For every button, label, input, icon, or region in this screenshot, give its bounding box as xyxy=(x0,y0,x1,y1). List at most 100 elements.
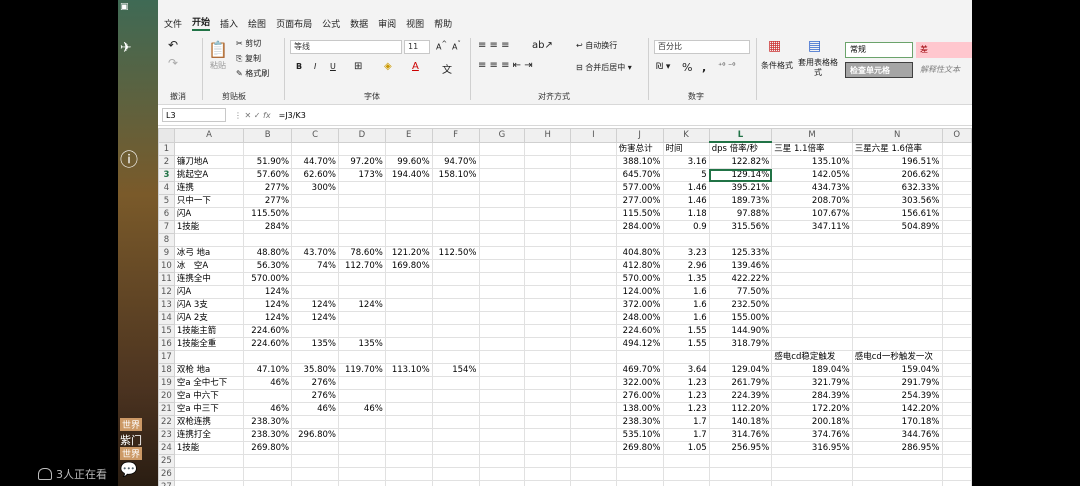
cell-k5[interactable]: 1.46 xyxy=(662,194,710,208)
cell-e19[interactable] xyxy=(384,376,433,390)
cell-h24[interactable] xyxy=(524,441,572,455)
cell-j14[interactable]: 248.00% xyxy=(615,311,664,325)
cell-j12[interactable]: 124.00% xyxy=(615,285,664,299)
cell-i6[interactable] xyxy=(570,207,617,221)
cell-l23[interactable]: 314.76% xyxy=(708,428,773,442)
cell-h3[interactable] xyxy=(524,168,572,182)
align-top-icon[interactable]: ≡ ≡ ≡ xyxy=(478,40,510,51)
cell-m13[interactable] xyxy=(771,298,853,312)
cell-k17[interactable] xyxy=(662,350,710,364)
cell-j15[interactable]: 224.60% xyxy=(615,324,664,338)
cell-o7[interactable] xyxy=(941,220,972,234)
cell-c23[interactable]: 296.80% xyxy=(291,428,339,442)
cell-i26[interactable] xyxy=(570,467,617,481)
column-header-d[interactable]: D xyxy=(337,128,386,143)
cell-j11[interactable]: 570.00% xyxy=(615,272,664,286)
cell-n5[interactable]: 303.56% xyxy=(851,194,943,208)
cell-k25[interactable] xyxy=(662,454,710,468)
cell-a21[interactable]: 空a 中三下 xyxy=(173,402,245,416)
cell-b24[interactable]: 269.80% xyxy=(243,441,293,455)
cell-a14[interactable]: 闪A 2支 xyxy=(173,311,245,325)
tab-draw[interactable]: 绘图 xyxy=(248,17,266,30)
cell-h11[interactable] xyxy=(524,272,572,286)
merge-center-button[interactable]: ⊟ 合并后居中 ▾ xyxy=(576,62,632,73)
cell-e26[interactable] xyxy=(384,467,433,481)
cell-a13[interactable]: 闪A 3支 xyxy=(173,298,245,312)
select-all-corner[interactable] xyxy=(158,128,175,143)
cell-h14[interactable] xyxy=(524,311,572,325)
column-header-b[interactable]: B xyxy=(243,128,293,143)
cell-d6[interactable] xyxy=(337,207,386,221)
cell-o8[interactable] xyxy=(941,233,972,247)
cell-j20[interactable]: 276.00% xyxy=(615,389,664,403)
format-painter-button[interactable]: ✎ 格式刷 xyxy=(236,68,269,79)
cell-k26[interactable] xyxy=(662,467,710,481)
column-header-e[interactable]: E xyxy=(384,128,433,143)
cell-m17[interactable]: 感电cd稳定触发 xyxy=(771,350,853,364)
cell-o15[interactable] xyxy=(941,324,972,338)
cell-e23[interactable] xyxy=(384,428,433,442)
column-header-o[interactable]: O xyxy=(941,128,972,143)
cell-m7[interactable]: 347.11% xyxy=(771,220,853,234)
cell-a6[interactable]: 闪A xyxy=(173,207,245,221)
cell-h1[interactable] xyxy=(524,141,572,156)
cell-f26[interactable] xyxy=(431,467,480,481)
cell-f22[interactable] xyxy=(431,415,480,429)
cell-m25[interactable] xyxy=(771,454,853,468)
cell-n21[interactable]: 142.20% xyxy=(851,402,943,416)
cell-m9[interactable] xyxy=(771,246,853,260)
cell-g18[interactable] xyxy=(478,363,526,377)
cell-b10[interactable]: 56.30% xyxy=(243,259,293,273)
cell-j10[interactable]: 412.80% xyxy=(615,259,664,273)
column-header-a[interactable]: A xyxy=(173,128,245,143)
cell-o11[interactable] xyxy=(941,272,972,286)
cell-o10[interactable] xyxy=(941,259,972,273)
cell-j26[interactable] xyxy=(615,467,664,481)
cell-i23[interactable] xyxy=(570,428,617,442)
cell-o19[interactable] xyxy=(941,376,972,390)
cell-e1[interactable] xyxy=(384,141,433,156)
row-header[interactable]: 8 xyxy=(158,233,175,247)
cell-d15[interactable] xyxy=(337,324,386,338)
cell-h4[interactable] xyxy=(524,181,572,195)
cell-b23[interactable]: 238.30% xyxy=(243,428,293,442)
cell-c1[interactable] xyxy=(291,141,339,156)
cell-g5[interactable] xyxy=(478,194,526,208)
cell-o17[interactable] xyxy=(941,350,972,364)
cell-n11[interactable] xyxy=(851,272,943,286)
cell-d2[interactable]: 97.20% xyxy=(337,155,386,169)
cell-d23[interactable] xyxy=(337,428,386,442)
tab-data[interactable]: 数据 xyxy=(350,17,368,30)
cell-f4[interactable] xyxy=(431,181,480,195)
cell-g19[interactable] xyxy=(478,376,526,390)
row-header[interactable]: 27 xyxy=(158,480,175,486)
cell-b22[interactable]: 238.30% xyxy=(243,415,293,429)
cell-h22[interactable] xyxy=(524,415,572,429)
row-header[interactable]: 5 xyxy=(158,194,175,208)
cell-d17[interactable] xyxy=(337,350,386,364)
cell-l2[interactable]: 122.82% xyxy=(708,155,773,169)
cell-k13[interactable]: 1.6 xyxy=(662,298,710,312)
cell-e17[interactable] xyxy=(384,350,433,364)
cell-n19[interactable]: 291.79% xyxy=(851,376,943,390)
cell-a10[interactable]: 冰 空A xyxy=(173,259,245,273)
cell-h27[interactable] xyxy=(524,480,572,486)
cell-l13[interactable]: 232.50% xyxy=(708,298,773,312)
cell-h12[interactable] xyxy=(524,285,572,299)
redo-icon[interactable]: ↷ xyxy=(168,56,178,70)
row-header[interactable]: 17 xyxy=(158,350,175,364)
row-header[interactable]: 22 xyxy=(158,415,175,429)
cell-n12[interactable] xyxy=(851,285,943,299)
cell-m11[interactable] xyxy=(771,272,853,286)
cell-a23[interactable]: 连携打全 xyxy=(173,428,245,442)
cell-o6[interactable] xyxy=(941,207,972,221)
cell-f21[interactable] xyxy=(431,402,480,416)
style-check-cell[interactable]: 检查单元格 xyxy=(845,62,913,78)
cell-b2[interactable]: 51.90% xyxy=(243,155,293,169)
cell-c15[interactable] xyxy=(291,324,339,338)
cell-o5[interactable] xyxy=(941,194,972,208)
cell-h20[interactable] xyxy=(524,389,572,403)
cell-e10[interactable]: 169.80% xyxy=(384,259,433,273)
cell-n25[interactable] xyxy=(851,454,943,468)
cell-i14[interactable] xyxy=(570,311,617,325)
